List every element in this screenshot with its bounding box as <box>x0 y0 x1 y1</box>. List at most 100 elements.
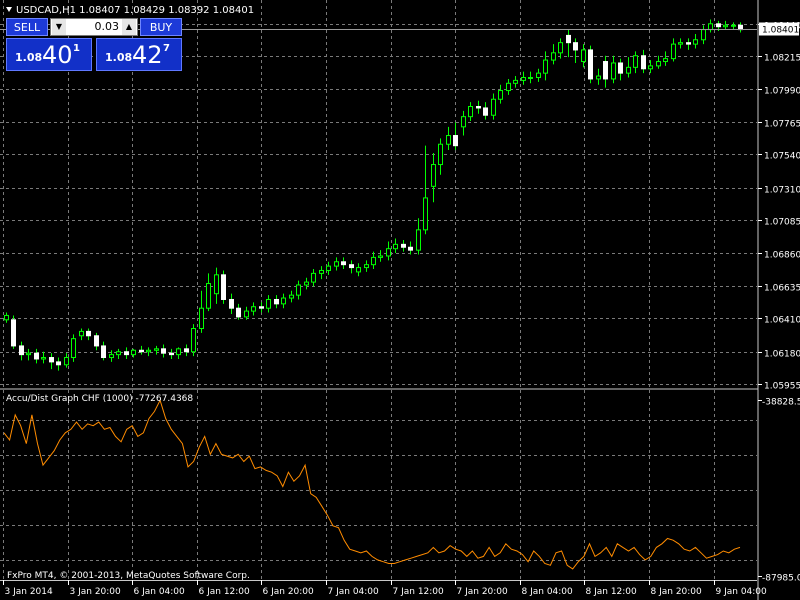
candle-body <box>656 61 661 67</box>
ad-line <box>3 398 741 570</box>
candle-body <box>334 261 339 267</box>
candle-body <box>648 65 653 70</box>
candle-body <box>476 106 481 109</box>
candle-body <box>596 75 601 80</box>
candle-body <box>56 361 61 366</box>
candle-body <box>468 106 473 118</box>
candle-body <box>184 348 189 353</box>
candle-body <box>4 314 9 321</box>
y-tick-label: 1.06860 <box>764 251 800 261</box>
lot-down-arrow-icon[interactable]: ▼ <box>52 19 66 35</box>
candle-body <box>116 351 121 356</box>
lot-up-arrow-icon[interactable]: ▲ <box>122 19 136 35</box>
candle-body <box>146 349 151 353</box>
candle-body <box>588 49 593 80</box>
candle-body <box>513 79 518 84</box>
y-tick-label: 1.07990 <box>764 87 800 97</box>
candle-body <box>19 345 24 356</box>
candle-body <box>378 255 383 258</box>
candle-body <box>311 272 316 283</box>
candle-body <box>169 352 174 356</box>
buy-price-prefix: 1.08 <box>105 51 133 64</box>
buy-price-pips: 42 <box>132 41 163 69</box>
candle-body <box>581 49 586 63</box>
candle-body <box>214 274 219 295</box>
watermark: FxPro MT4, © 2001-2013, MetaQuotes Softw… <box>7 571 250 581</box>
sell-price-box[interactable]: 1.08 40 1 <box>6 38 92 71</box>
lot-size-value[interactable]: 0.03 <box>95 19 120 35</box>
candle-body <box>131 349 136 356</box>
candle-body <box>266 298 271 309</box>
candle-body <box>289 294 294 299</box>
candle-body <box>723 24 728 28</box>
buy-price-box[interactable]: 1.08 42 7 <box>96 38 182 71</box>
candle-body <box>551 52 556 61</box>
candle-body <box>71 338 76 359</box>
candle-body <box>356 267 361 273</box>
candle-body <box>461 116 466 128</box>
candle-body <box>94 335 99 347</box>
x-tick-label: 9 Jan 04:00 <box>716 587 768 597</box>
one-click-trade-panel: SELL ▼ 0.03 ▲ BUY 1.08 40 1 1.08 42 7 <box>6 18 182 72</box>
sell-price-fraction: 1 <box>73 43 80 54</box>
header-dropdown-icon[interactable] <box>6 7 12 12</box>
candle-body <box>221 274 226 300</box>
candle-body <box>124 351 129 356</box>
candle-body <box>641 55 646 70</box>
lot-size-field[interactable]: ▼ 0.03 ▲ <box>50 18 138 36</box>
candle-body <box>26 352 31 356</box>
candle-body <box>731 24 736 27</box>
y-tick-label: 1.07765 <box>764 120 800 130</box>
candle-body <box>431 164 436 187</box>
candle-body <box>626 66 631 74</box>
candle-body <box>633 55 638 68</box>
candle-body <box>491 98 496 116</box>
candle-body <box>401 243 406 248</box>
candle-body <box>139 349 144 353</box>
candle-body <box>483 107 488 116</box>
candle-body <box>34 352 39 360</box>
y-tick-label: 1.08215 <box>764 54 800 64</box>
ad-y-tick-label: -87985.05 <box>762 574 800 584</box>
candle-body <box>304 281 309 286</box>
candle-body <box>274 298 279 305</box>
candle-body <box>416 229 421 251</box>
candle-body <box>364 264 369 269</box>
candle-body <box>671 43 676 60</box>
candle-body <box>86 330 91 337</box>
candle-body <box>423 197 428 231</box>
candles-series <box>4 19 743 371</box>
sell-button[interactable]: SELL <box>6 18 48 36</box>
candle-body <box>521 76 526 81</box>
ad-axis: -38828.58 -87985.05 <box>758 398 800 584</box>
candle-body <box>686 42 691 45</box>
ad-y-tick-label: -38828.58 <box>762 398 800 408</box>
y-tick-label: 1.07310 <box>764 186 800 196</box>
candle-body <box>326 265 331 271</box>
candle-body <box>573 42 578 51</box>
candle-body <box>229 298 234 309</box>
chart-header: USDCAD,H1 1.08407 1.08429 1.08392 1.0840… <box>16 5 254 16</box>
ad-line-series <box>3 398 741 570</box>
candle-body <box>738 24 743 31</box>
x-tick-label: 8 Jan 20:00 <box>651 587 703 597</box>
x-tick-label: 3 Jan 20:00 <box>70 587 122 597</box>
candle-body <box>506 82 511 92</box>
y-tick-label: 1.06410 <box>764 316 800 326</box>
candle-body <box>438 143 443 166</box>
candle-body <box>498 90 503 100</box>
candle-body <box>236 307 241 318</box>
candle-body <box>11 319 16 347</box>
candle-body <box>206 283 211 309</box>
candle-body <box>611 62 616 80</box>
buy-button[interactable]: BUY <box>140 18 182 36</box>
candle-body <box>49 357 54 363</box>
x-tick-label: 7 Jan 20:00 <box>457 587 509 597</box>
chart-canvas[interactable]: 1.084401.082151.079901.077651.075401.073… <box>0 0 800 600</box>
sell-price-prefix: 1.08 <box>15 51 43 64</box>
candle-body <box>109 354 114 359</box>
x-tick-label: 7 Jan 04:00 <box>328 587 380 597</box>
candle-body <box>393 243 398 250</box>
y-tick-label: 1.06180 <box>764 350 800 360</box>
y-tick-label: 1.06635 <box>764 284 800 294</box>
